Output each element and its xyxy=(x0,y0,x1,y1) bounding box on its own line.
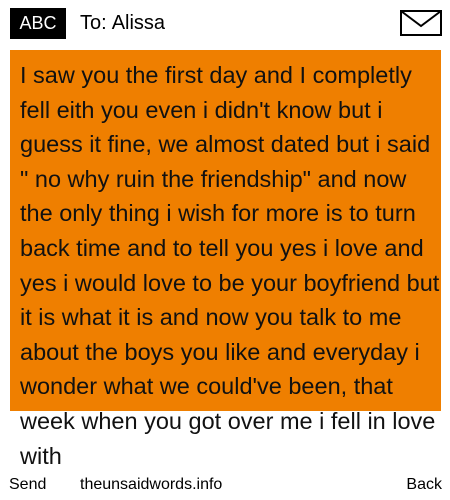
input-mode-badge[interactable]: ABC xyxy=(10,8,66,39)
message-text[interactable]: I saw you the first day and I completly … xyxy=(20,58,440,473)
watermark: theunsaidwords.info xyxy=(80,476,223,493)
back-button[interactable]: Back xyxy=(406,475,442,495)
send-button[interactable]: Send xyxy=(9,475,46,495)
envelope-icon xyxy=(400,10,442,36)
recipient-field[interactable]: To: Alissa xyxy=(80,11,165,35)
recipient-name: Alissa xyxy=(111,12,166,34)
softkey-bar: Send theunsaidwords.info Back xyxy=(0,471,450,500)
to-label: To: xyxy=(80,12,107,34)
compose-header: ABC To: Alissa xyxy=(0,0,450,50)
